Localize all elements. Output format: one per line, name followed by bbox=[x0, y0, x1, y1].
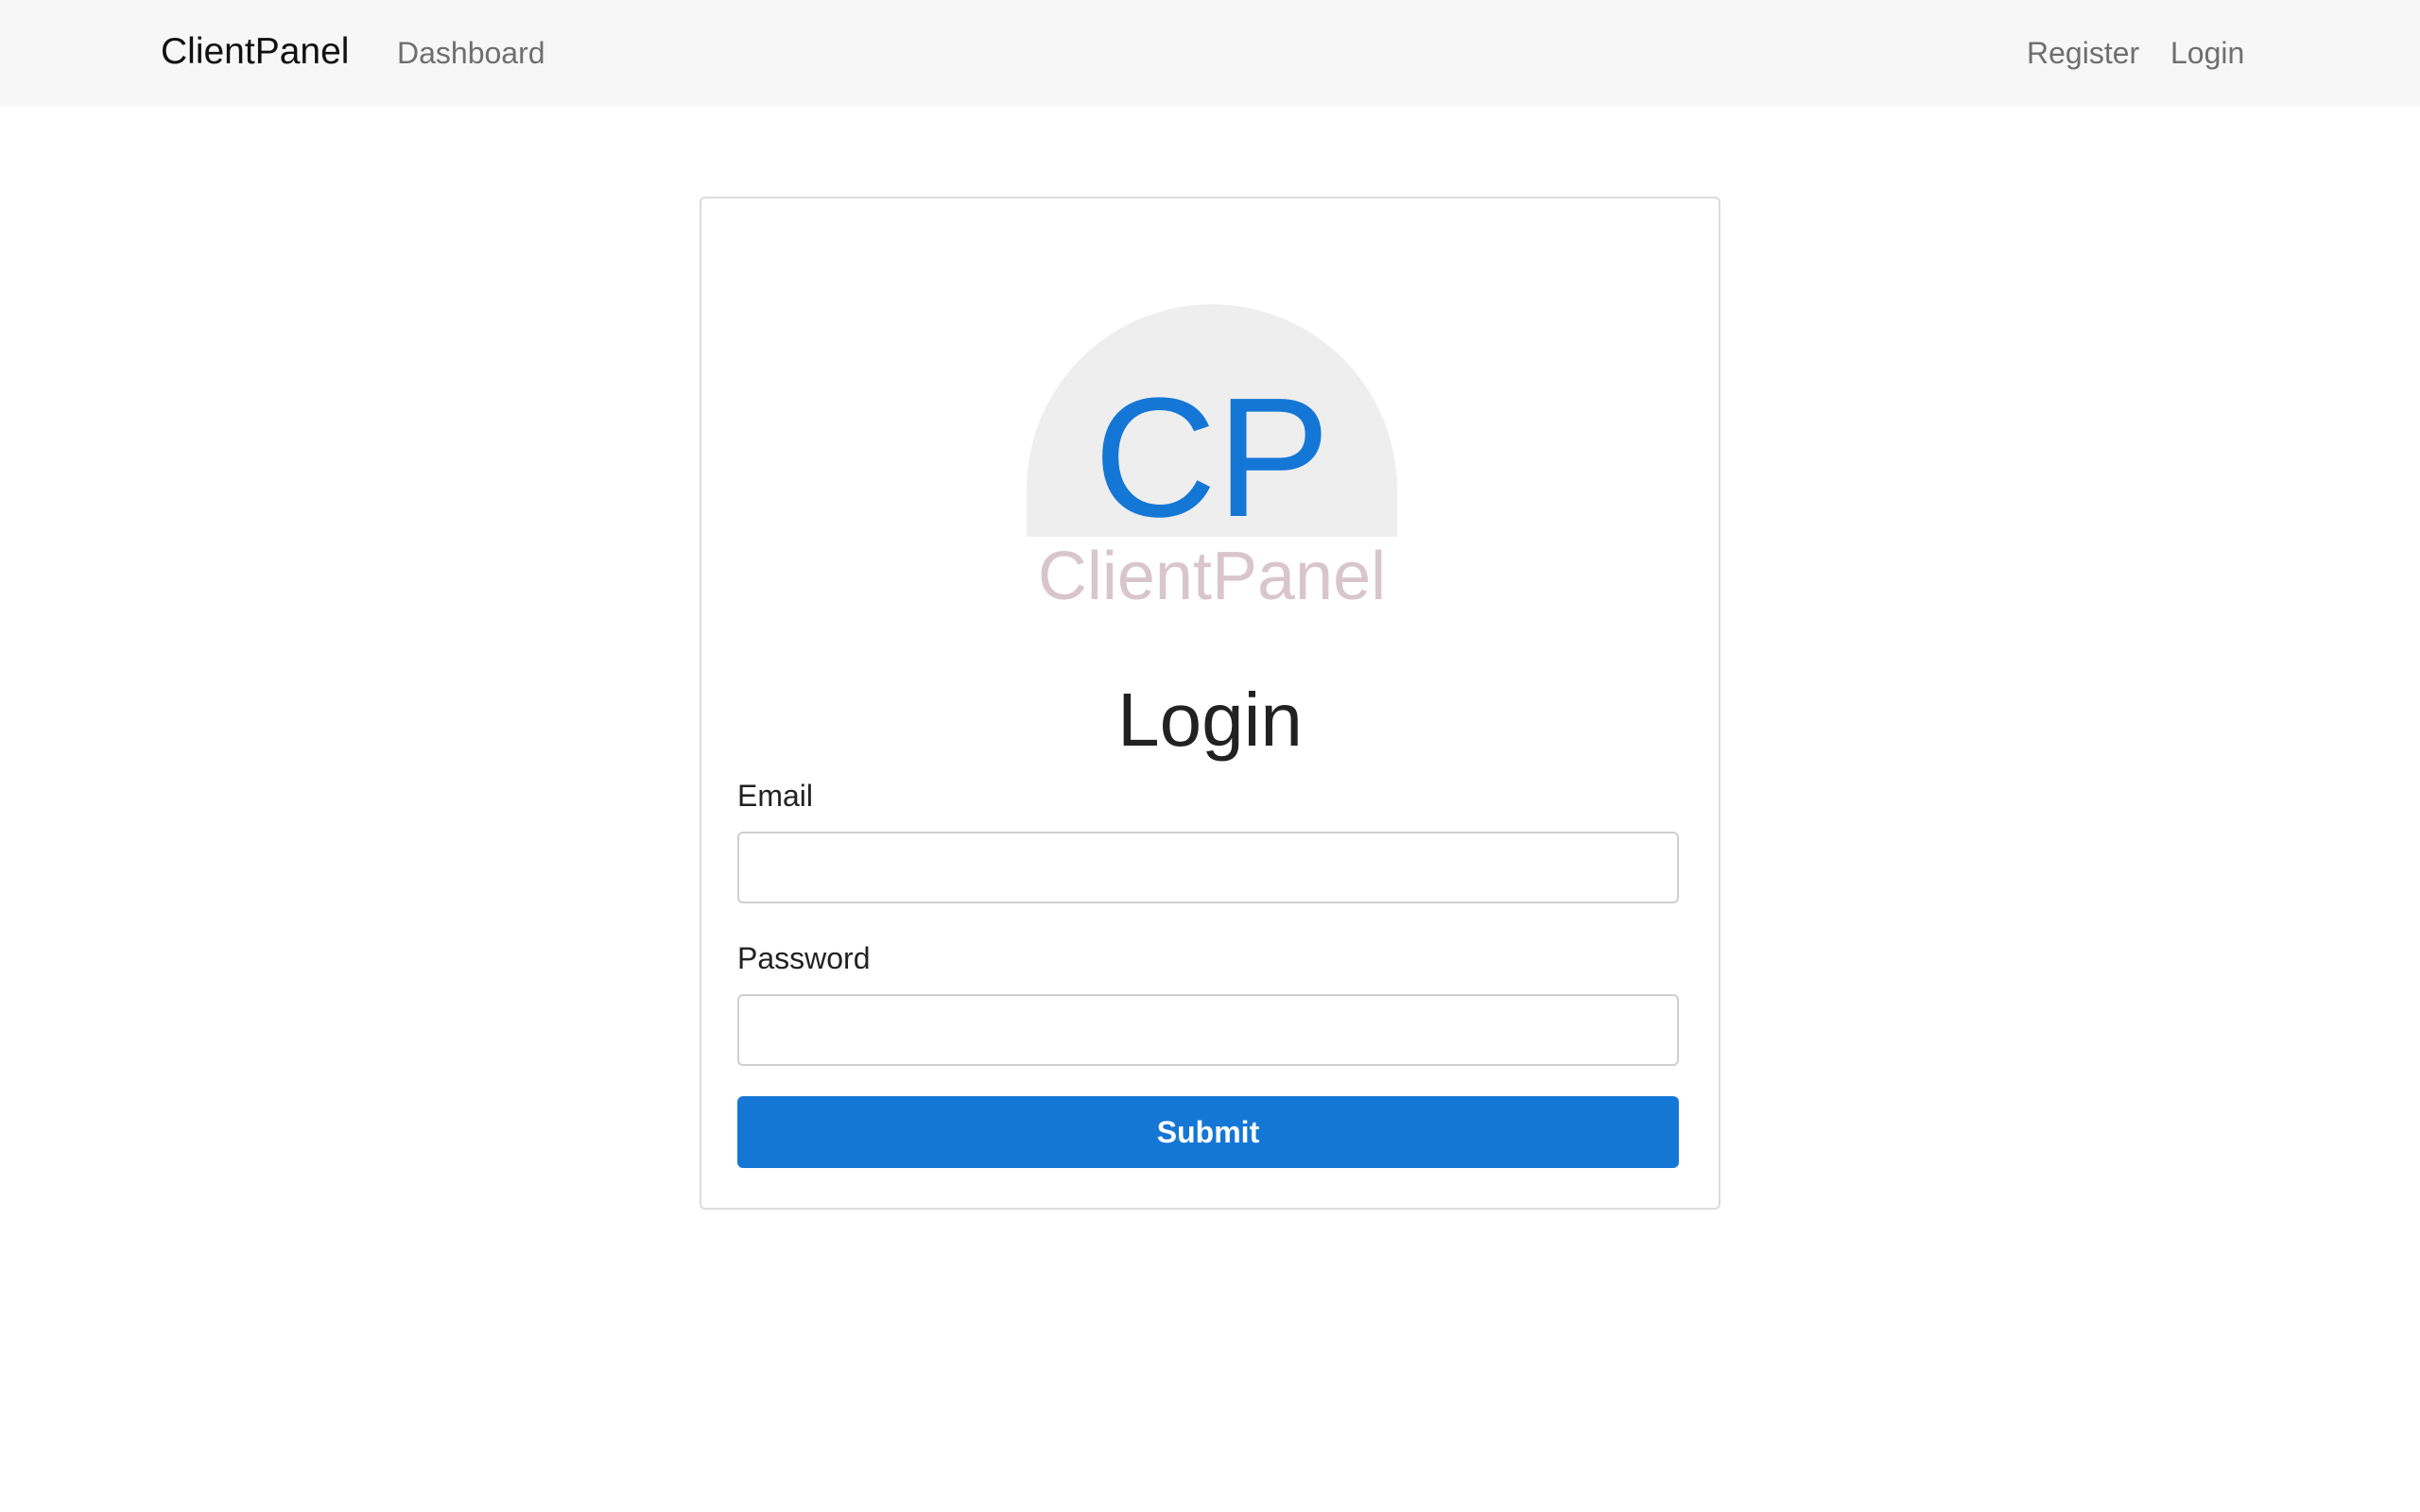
brand-link[interactable]: ClientPanel bbox=[161, 27, 349, 77]
password-input[interactable] bbox=[737, 994, 1679, 1066]
email-label-text: Email bbox=[737, 779, 814, 813]
nav-link-dashboard[interactable]: Dashboard bbox=[397, 32, 545, 74]
nav-link-login[interactable]: Login bbox=[2170, 32, 2244, 74]
email-input[interactable] bbox=[737, 832, 1679, 903]
navbar: ClientPanel Dashboard Register Login bbox=[0, 0, 2420, 106]
nav-link-register[interactable]: Register bbox=[2027, 32, 2139, 74]
password-label: Password bbox=[737, 941, 871, 975]
submit-button[interactable]: Submit bbox=[737, 1096, 1679, 1168]
login-form: Email Password Submit bbox=[700, 197, 1720, 1210]
